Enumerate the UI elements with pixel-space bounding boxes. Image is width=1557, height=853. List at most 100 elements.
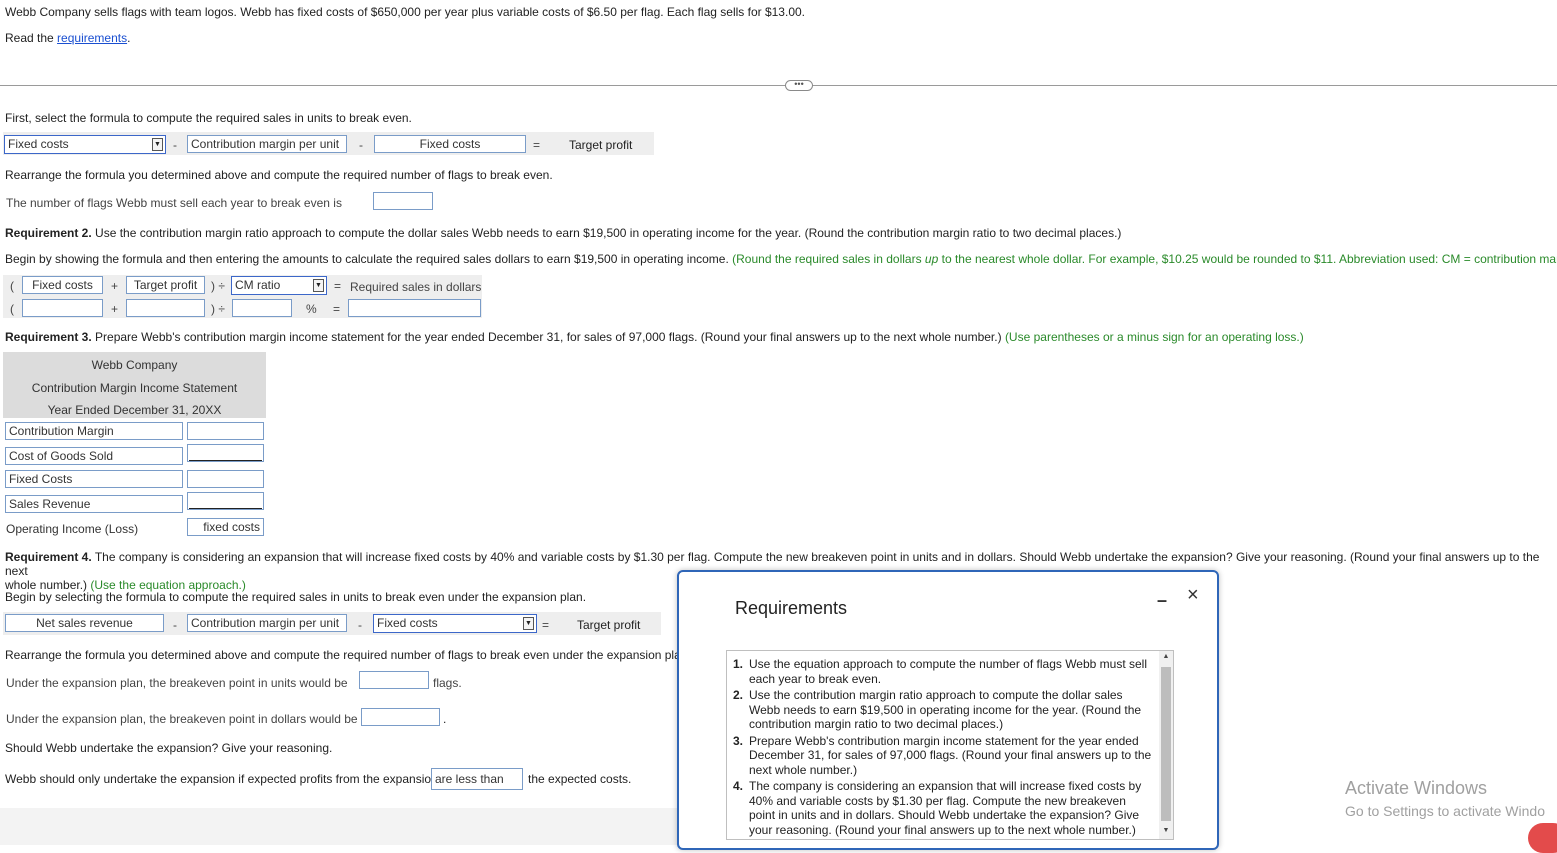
- subtotal-underline: [189, 460, 262, 461]
- req1-formula-box-2[interactable]: Contribution margin per unit: [187, 135, 347, 153]
- list-item-number: 2.: [733, 688, 744, 702]
- statement-name: Contribution Margin Income Statement: [31, 381, 238, 395]
- req2-row1-box-2[interactable]: Target profit: [126, 276, 205, 294]
- list-item: 4. The company is considering an expansio…: [733, 779, 1153, 837]
- req2-cm-ratio-select[interactable]: CM ratio ▼: [231, 276, 327, 295]
- req3-title-rest: Prepare Webb's contribution margin incom…: [91, 330, 1005, 344]
- req2-begin-note-1: (Round the required sales in dollars: [732, 252, 925, 266]
- statement-company: Webb Company: [91, 358, 178, 372]
- req2-row1-result: Required sales in dollars: [350, 280, 482, 294]
- req1-formula-select-1[interactable]: Fixed costs ▼: [4, 135, 166, 154]
- req1-op-2: -: [359, 138, 363, 152]
- req1-result-label: Target profit: [569, 138, 633, 152]
- req2-cm-ratio-input[interactable]: [232, 299, 292, 317]
- close-icon[interactable]: ×: [1187, 584, 1199, 607]
- req2-row2-paren: (: [10, 302, 14, 316]
- subtotal-underline: [189, 508, 262, 509]
- dialog-title: Requirements: [735, 598, 848, 618]
- statement-row-label[interactable]: Sales Revenue: [5, 495, 183, 513]
- req2-row1-box-1[interactable]: Fixed costs: [22, 276, 103, 294]
- requirements-dialog[interactable]: Requirements – × 1. Use the equation appr…: [677, 570, 1219, 850]
- floating-action-icon[interactable]: [1528, 823, 1557, 853]
- req4-dollars-label: Under the expansion plan, the breakeven …: [6, 712, 358, 726]
- req2-row1-plus: +: [111, 279, 119, 293]
- income-statement-header: Webb Company Contribution Margin Income …: [3, 352, 266, 418]
- list-item-text: Prepare Webb's contribution margin incom…: [749, 733, 1152, 777]
- req4-op-1: -: [173, 618, 177, 632]
- req4-should-question: Should Webb undertake the expansion? Giv…: [5, 741, 333, 755]
- req4-formula-box-1[interactable]: Net sales revenue: [5, 614, 164, 632]
- req4-op-2: -: [358, 618, 362, 632]
- req2-cm-ratio-value: CM ratio: [235, 278, 281, 292]
- list-item: 2. Use the contribution margin ratio appr…: [733, 688, 1153, 732]
- list-item-number: 4.: [733, 779, 744, 793]
- section-divider: [0, 85, 1557, 86]
- chevron-down-icon: ▼: [313, 279, 324, 292]
- statement-row-value[interactable]: [187, 422, 264, 440]
- req2-row1-eq: =: [334, 279, 342, 293]
- req4-result-label: Target profit: [577, 618, 641, 632]
- operating-income-label: Operating Income (Loss): [6, 522, 139, 536]
- req2-begin-note-italic: up: [924, 252, 939, 266]
- req4-select-value: Fixed costs: [377, 616, 438, 630]
- req4-op-3: =: [542, 618, 550, 632]
- activate-windows-subtitle: Go to Settings to activate Windo: [1345, 803, 1545, 819]
- req2-title-rest: Use the contribution margin ratio approa…: [91, 226, 1122, 240]
- requirements-list: 1. Use the equation approach to compute t…: [733, 657, 1153, 839]
- requirements-list-box[interactable]: 1. Use the equation approach to compute t…: [726, 650, 1174, 840]
- list-item-number: 3.: [733, 733, 744, 748]
- scroll-up-icon[interactable]: ▲: [1161, 653, 1171, 663]
- req1-formula-box-3[interactable]: Fixed costs: [374, 135, 526, 153]
- list-item-text: The company is considering an expansion …: [749, 779, 1142, 837]
- req3-title-bold: Requirement 3.: [5, 330, 92, 344]
- req2-target-profit-input[interactable]: [126, 299, 205, 317]
- req4-breakeven-units-input[interactable]: [359, 671, 429, 689]
- req4-reason-select[interactable]: are less than: [431, 768, 523, 790]
- minimize-icon[interactable]: –: [1157, 590, 1167, 611]
- statement-row-label[interactable]: Contribution Margin: [5, 422, 183, 440]
- req2-title-bold: Requirement 2.: [5, 226, 92, 240]
- chevron-down-icon: ▼: [152, 138, 163, 151]
- req4-title-bold: Requirement 4.: [5, 550, 92, 564]
- requirements-link[interactable]: requirements: [57, 31, 127, 45]
- list-item: 1. Use the equation approach to compute t…: [733, 657, 1153, 686]
- req3-title: Requirement 3. Prepare Webb's contributi…: [5, 330, 1304, 344]
- req2-percent-sign: %: [306, 302, 317, 316]
- read-prefix: Read the: [5, 31, 58, 45]
- req1-breakeven-units-input[interactable]: [373, 192, 433, 210]
- req4-rearrange: Rearrange the formula you determined abo…: [5, 648, 691, 662]
- scroll-thumb[interactable]: [1161, 667, 1171, 821]
- statement-row-label[interactable]: Cost of Goods Sold: [5, 447, 183, 465]
- scrollbar[interactable]: ▲ ▼: [1159, 651, 1173, 839]
- req4-breakeven-dollars-input[interactable]: [361, 708, 440, 726]
- list-item-text: Use the equation approach to compute the…: [749, 657, 1148, 686]
- list-item-number: 1.: [733, 657, 744, 671]
- req2-fixed-costs-input[interactable]: [22, 299, 103, 317]
- scroll-down-icon[interactable]: ▼: [1161, 827, 1171, 837]
- req4-begin: Begin by selecting the formula to comput…: [5, 590, 587, 604]
- operating-income-value[interactable]: fixed costs: [187, 518, 264, 536]
- statement-row-value[interactable]: [187, 470, 264, 488]
- problem-statement: Webb Company sells flags with team logos…: [5, 5, 805, 19]
- req2-begin-note-2: to the nearest whole dollar. For example…: [938, 252, 1557, 266]
- statement-row-label[interactable]: Fixed Costs: [5, 470, 183, 488]
- ellipsis-icon[interactable]: •••: [785, 80, 813, 91]
- req1-rearrange: Rearrange the formula you determined abo…: [5, 168, 553, 182]
- req2-required-sales-input[interactable]: [348, 299, 481, 317]
- req4-formula-select[interactable]: Fixed costs ▼: [373, 614, 537, 633]
- req4-reason-suffix: the expected costs.: [528, 772, 632, 786]
- req2-row2-close-div: ) ÷: [211, 302, 225, 316]
- req4-dollars-suffix: .: [443, 712, 447, 726]
- footer-strip: [0, 808, 680, 845]
- req1-answer-label: The number of flags Webb must sell each …: [6, 196, 342, 210]
- req2-row1-paren: (: [10, 279, 14, 293]
- statement-period: Year Ended December 31, 20XX: [47, 403, 222, 417]
- req4-units-suffix: flags.: [433, 676, 462, 690]
- req2-row2-plus: +: [111, 302, 119, 316]
- req4-formula-box-2[interactable]: Contribution margin per unit: [187, 614, 347, 632]
- req1-select-1-value: Fixed costs: [8, 137, 69, 151]
- req2-row2-eq: =: [333, 302, 341, 316]
- req4-reason-prefix: Webb should only undertake the expansion…: [5, 772, 438, 786]
- read-requirements-line: Read the requirements.: [5, 31, 130, 45]
- req2-title: Requirement 2. Use the contribution marg…: [5, 226, 1121, 240]
